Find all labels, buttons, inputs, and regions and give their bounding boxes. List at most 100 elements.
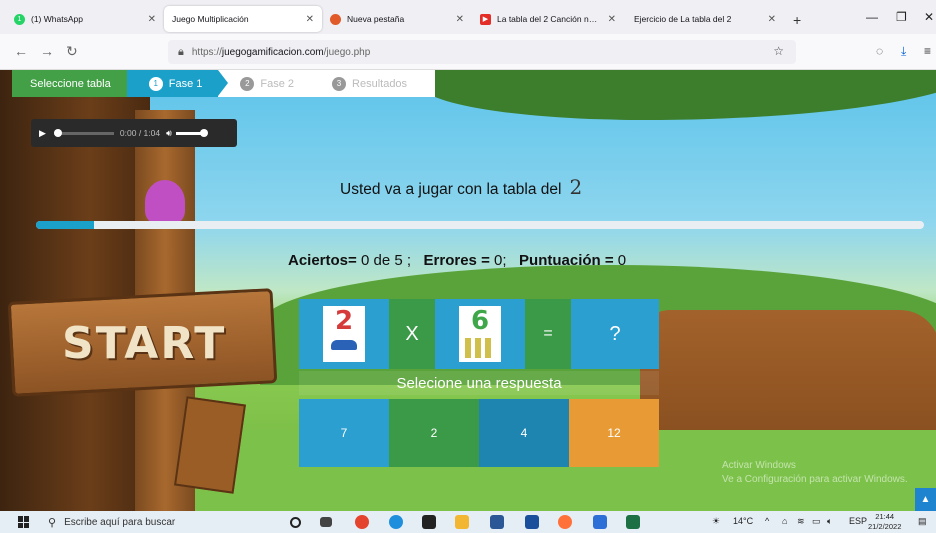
- address-bar[interactable]: 🔒︎ https://juegogamificacion.com/juego.p…: [168, 40, 796, 64]
- intro-text: Usted va a jugar con la tabla del 2: [340, 175, 583, 199]
- step-fase-2[interactable]: 2 Fase 2: [218, 70, 310, 97]
- back-arrow-icon[interactable]: ←: [14, 43, 28, 59]
- chevron-up-icon[interactable]: ^: [765, 516, 769, 526]
- close-tab-icon[interactable]: ✕: [608, 14, 616, 25]
- close-tab-icon[interactable]: ✕: [306, 14, 314, 25]
- file-explorer-icon[interactable]: [455, 515, 469, 529]
- pocket-icon[interactable]: ◌: [876, 44, 883, 58]
- volume-tray-icon[interactable]: 🔈︎: [827, 516, 832, 527]
- restore-button[interactable]: ❐: [896, 10, 907, 24]
- puntuacion-value: 0: [617, 252, 627, 269]
- excel-icon[interactable]: [626, 515, 640, 529]
- game-area: START Seleccione tabla 1 Fase 1 2 Fase 2…: [0, 70, 936, 511]
- taskbar-search[interactable]: ⚲ Escribe aquí para buscar: [48, 513, 263, 531]
- browser-nav-bar: ← → ↻ 🔒︎ https://juegogamificacion.com/j…: [0, 34, 936, 70]
- security-icon[interactable]: [422, 515, 436, 529]
- close-tab-icon[interactable]: ✕: [768, 14, 776, 25]
- volume-icon[interactable]: 🔊︎: [166, 128, 172, 139]
- language-indicator[interactable]: ESP: [849, 516, 867, 526]
- aciertos-value: 0 de 5 ;: [360, 252, 412, 269]
- taskbar-clock[interactable]: 21:44 21/2/2022: [868, 512, 901, 532]
- windows-activation-watermark: Activar Windows Ve a Configuración para …: [722, 460, 908, 485]
- operator-cell: X: [389, 299, 435, 369]
- tab-youtube[interactable]: ▶ La tabla del 2 Canción nueva, Ta ✕: [472, 6, 624, 32]
- arrow-sign: [174, 396, 246, 494]
- step-label: Fase 1: [168, 77, 203, 90]
- browser-tab-bar: 1 (1) WhatsApp ✕ Juego Multiplicación ✕ …: [0, 0, 936, 34]
- progress-fill: [36, 221, 94, 229]
- mail-icon[interactable]: [525, 515, 539, 529]
- menu-icon[interactable]: ≡: [924, 44, 931, 58]
- audio-player: ▶ 0:00 / 1:04 🔊︎: [31, 119, 237, 147]
- minimize-button[interactable]: —: [866, 10, 878, 24]
- tab-label: Nueva pestaña: [347, 14, 405, 24]
- tab-label: La tabla del 2 Canción nueva, Ta: [497, 14, 602, 24]
- close-tab-icon[interactable]: ✕: [148, 14, 156, 25]
- temperature[interactable]: 14°C: [733, 516, 753, 526]
- play-icon[interactable]: ▶: [39, 128, 46, 139]
- step-number: 2: [240, 76, 255, 91]
- answer-button-4[interactable]: 12: [569, 399, 659, 467]
- tab-label: (1) WhatsApp: [31, 14, 83, 24]
- lock-icon: 🔒︎: [178, 45, 184, 58]
- close-tab-icon[interactable]: ✕: [456, 14, 464, 25]
- chrome-icon[interactable]: [355, 515, 369, 529]
- tab-ejercicio[interactable]: Ejercicio de La tabla del 2 ✕: [626, 6, 784, 32]
- answer-prompt: Selecione una respuesta: [299, 371, 659, 395]
- table-number: 2: [569, 175, 583, 199]
- close-window-button[interactable]: ✕: [924, 10, 934, 24]
- tab-label: Ejercicio de La tabla del 2: [634, 14, 732, 24]
- step-label: Resultados: [352, 77, 408, 90]
- operand-b-cell: 6: [435, 299, 525, 369]
- errores-label: Errores =: [423, 252, 490, 269]
- shoes-icon: [331, 340, 357, 350]
- answer-button-2[interactable]: 2: [389, 399, 479, 467]
- reload-icon[interactable]: ↻: [66, 43, 78, 60]
- windows-start-icon[interactable]: [18, 516, 30, 528]
- volume-slider[interactable]: [175, 128, 208, 137]
- background-leaves: [420, 70, 936, 120]
- tab-whatsapp[interactable]: 1 (1) WhatsApp ✕: [6, 6, 164, 32]
- search-icon: ⚲: [48, 516, 57, 529]
- tab-juego-multiplicacion[interactable]: Juego Multiplicación ✕: [164, 6, 322, 32]
- number-card-a: 2: [323, 306, 365, 362]
- edge-icon[interactable]: [389, 515, 403, 529]
- cortana-icon[interactable]: [290, 517, 301, 528]
- firefox-taskbar-icon[interactable]: [558, 515, 572, 529]
- cars-icon: [465, 338, 495, 358]
- operand-a-cell: 2: [299, 299, 389, 369]
- volume-handle[interactable]: [199, 128, 208, 137]
- answer-button-3[interactable]: 4: [479, 399, 569, 467]
- aciertos-label: Aciertos=: [288, 252, 357, 269]
- seek-handle[interactable]: [53, 128, 62, 137]
- scroll-top-button[interactable]: ▲: [915, 488, 936, 511]
- task-view-icon[interactable]: [320, 517, 332, 527]
- errores-value: 0;: [494, 252, 507, 269]
- whatsapp-icon: 1: [14, 13, 25, 25]
- weather-icon[interactable]: ☀: [712, 516, 720, 527]
- answer-options: 7 2 4 12: [299, 399, 659, 467]
- step-wizard: Seleccione tabla 1 Fase 1 2 Fase 2 3 Res…: [12, 70, 436, 97]
- step-select-table[interactable]: Seleccione tabla: [12, 70, 137, 97]
- puntuacion-label: Puntuación =: [519, 252, 614, 269]
- step-fase-1[interactable]: 1 Fase 1: [126, 70, 228, 97]
- battery-icon[interactable]: ▭: [812, 516, 821, 527]
- new-tab-button[interactable]: +: [793, 12, 801, 28]
- bookmark-star-icon[interactable]: ☆: [773, 44, 784, 58]
- game-progress-bar: [36, 221, 924, 229]
- audio-seek-bar[interactable]: [53, 128, 114, 137]
- notifications-icon[interactable]: ▤: [918, 516, 927, 527]
- answer-button-1[interactable]: 7: [299, 399, 389, 467]
- forward-arrow-icon[interactable]: →: [40, 43, 54, 59]
- number-card-b: 6: [459, 306, 501, 362]
- network-icon[interactable]: ⌂: [782, 516, 787, 526]
- equals-cell: =: [525, 299, 571, 369]
- wifi-icon[interactable]: ≋: [797, 516, 805, 527]
- tab-nueva-pestana[interactable]: Nueva pestaña ✕: [322, 6, 472, 32]
- zoom-icon[interactable]: [593, 515, 607, 529]
- octopus-mascot: [145, 180, 185, 224]
- result-cell: ?: [571, 299, 659, 369]
- step-resultados[interactable]: 3 Resultados: [310, 70, 423, 97]
- word-icon[interactable]: [490, 515, 504, 529]
- download-icon[interactable]: ⤓: [901, 44, 906, 59]
